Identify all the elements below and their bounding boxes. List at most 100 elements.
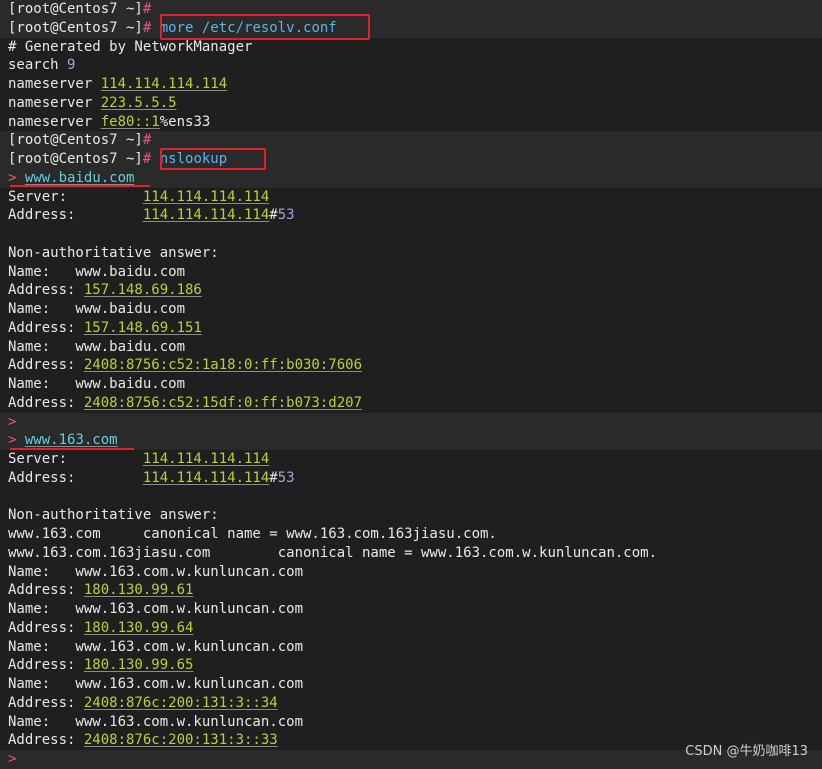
ip-address: 114.114.114.114: [142, 188, 270, 205]
terminal-line: Name: www.baidu.com: [0, 338, 822, 357]
line-text: Name: www.baidu.com: [8, 338, 186, 355]
terminal-line: Name: www.baidu.com: [0, 300, 822, 319]
number-value: 9: [67, 57, 76, 74]
line-text: %ens33: [159, 113, 211, 130]
line-text: www.163.com.163jiasu.com canonical name …: [8, 544, 658, 561]
line-text: Address:: [8, 282, 84, 299]
line-text: nameserver: [8, 94, 101, 111]
line-text: Address:: [8, 319, 84, 336]
line-text: www.163.com canonical name = www.163.com…: [8, 526, 497, 542]
line-text: Name: www.baidu.com: [8, 301, 186, 317]
prompt-hash: #: [142, 1, 152, 17]
terminal-line: Address: 180.130.99.65: [0, 656, 822, 675]
line-text: [root@Centos7 ~]: [8, 151, 143, 167]
line-text: #: [269, 207, 278, 224]
terminal-line: Address: 2408:876c:200:131:3::34: [0, 694, 822, 713]
line-text: [root@Centos7 ~]: [8, 132, 143, 149]
terminal-line: Non-authoritative answer:: [0, 506, 822, 525]
hostname-query: www.baidu.com: [24, 169, 135, 186]
line-text: nameserver: [8, 76, 101, 92]
terminal-line: Name: www.163.com.w.kunluncan.com: [0, 675, 822, 694]
terminal-line: Address: 2408:8756:c52:1a18:0:ff:b030:76…: [0, 356, 822, 375]
terminal-line: Name: www.baidu.com: [0, 263, 822, 282]
terminal-line: search 9: [0, 56, 822, 75]
ip-address: 2408:8756:c52:1a18:0:ff:b030:7606: [83, 357, 363, 374]
terminal-line: [root@Centos7 ~]# nslookup: [0, 150, 822, 169]
ip-address: 2408:876c:200:131:3::34: [83, 694, 278, 711]
prompt-marker: >: [8, 413, 17, 430]
terminal-line: Server: 114.114.114.114: [0, 450, 822, 469]
terminal-line: # Generated by NetworkManager: [0, 38, 822, 57]
terminal-line: Address: 2408:8756:c52:15df:0:ff:b073:d2…: [0, 394, 822, 413]
line-text: #: [269, 469, 278, 486]
line-text: Address:: [8, 619, 84, 636]
terminal-line: Address: 114.114.114.114#53: [0, 206, 822, 225]
ip-address: 157.148.69.151: [83, 319, 202, 336]
ip-address: 180.130.99.61: [83, 582, 194, 599]
line-text: Name: www.baidu.com: [8, 263, 186, 280]
ip-address: 223.5.5.5: [100, 94, 177, 111]
ip-address: 180.130.99.65: [83, 657, 194, 674]
terminal-line: Address: 180.130.99.61: [0, 581, 822, 600]
command-text: more /etc/resolv.conf: [151, 19, 337, 36]
terminal-line: > www.baidu.com: [0, 168, 822, 188]
terminal-line: Name: www.163.com.w.kunluncan.com: [0, 638, 822, 657]
terminal-line: Non-authoritative answer:: [0, 244, 822, 263]
terminal-line: [root@Centos7 ~]#: [0, 131, 822, 150]
line-text: Server:: [8, 188, 143, 205]
watermark-text: CSDN @牛奶咖啡13: [685, 744, 808, 759]
terminal-line: Server: 114.114.114.114: [0, 188, 822, 207]
line-text: Address:: [8, 657, 84, 674]
line-text: [16, 432, 24, 448]
terminal-line: Name: www.163.com.w.kunluncan.com: [0, 713, 822, 732]
hostname-query: www.163.com: [24, 432, 118, 449]
line-text: [root@Centos7 ~]: [8, 1, 143, 17]
terminal-line: www.163.com canonical name = www.163.com…: [0, 525, 822, 544]
terminal-line: nameserver fe80::1%ens33: [0, 113, 822, 132]
line-text: Address:: [8, 582, 84, 599]
line-text: Name: www.163.com.w.kunluncan.com: [8, 713, 304, 730]
ip-address: 114.114.114.114: [142, 207, 270, 224]
terminal-line: Name: www.163.com.w.kunluncan.com: [0, 563, 822, 582]
line-text: Address:: [8, 694, 84, 711]
ip-address: 114.114.114.114: [100, 76, 228, 92]
terminal-line: Address: 157.148.69.151: [0, 319, 822, 338]
prompt-marker: >: [8, 751, 17, 767]
ip-address: 180.130.99.64: [83, 619, 194, 636]
terminal-line: [root@Centos7 ~]# more /etc/resolv.conf: [0, 18, 822, 38]
line-text: Address:: [8, 469, 143, 486]
line-text: [root@Centos7 ~]: [8, 19, 143, 36]
terminal-line: Address: 114.114.114.114#53: [0, 469, 822, 488]
line-text: Non-authoritative answer:: [8, 507, 219, 524]
terminal-line: www.163.com.163jiasu.com canonical name …: [0, 544, 822, 563]
line-text: Address:: [8, 357, 84, 374]
line-text: Name: www.163.com.w.kunluncan.com: [8, 638, 304, 655]
line-text: Server:: [8, 451, 143, 467]
line-text: # Generated by NetworkManager: [8, 38, 253, 55]
terminal-line: nameserver 223.5.5.5: [0, 94, 822, 113]
line-text: Name: www.163.com.w.kunluncan.com: [8, 601, 304, 617]
terminal-line: nameserver 114.114.114.114: [0, 75, 822, 94]
terminal-line: > www.163.com: [0, 431, 822, 450]
line-text: Address:: [8, 207, 143, 224]
ip-address: 114.114.114.114: [142, 451, 270, 467]
line-text: Name: www.163.com.w.kunluncan.com: [8, 676, 304, 692]
ip-address: 114.114.114.114: [142, 469, 270, 486]
ip-address: 2408:8756:c52:15df:0:ff:b073:d207: [83, 394, 363, 411]
number-value: 53: [277, 469, 295, 486]
line-text: Name: www.163.com.w.kunluncan.com: [8, 563, 304, 580]
terminal-line: >: [0, 412, 822, 432]
terminal-line: Name: www.baidu.com: [0, 375, 822, 394]
terminal-output[interactable]: [root@Centos7 ~]# [root@Centos7 ~]# more …: [0, 0, 822, 769]
line-text: Address:: [8, 732, 84, 749]
line-text: Address:: [8, 394, 84, 411]
line-text: Name: www.baidu.com: [8, 376, 186, 392]
terminal-line: Name: www.163.com.w.kunluncan.com: [0, 600, 822, 619]
number-value: 53: [277, 207, 295, 224]
terminal-line: Address: 157.148.69.186: [0, 281, 822, 300]
terminal-line: Address: 180.130.99.64: [0, 619, 822, 638]
ip-address: 2408:876c:200:131:3::33: [83, 732, 278, 749]
line-text: nameserver: [8, 113, 101, 130]
